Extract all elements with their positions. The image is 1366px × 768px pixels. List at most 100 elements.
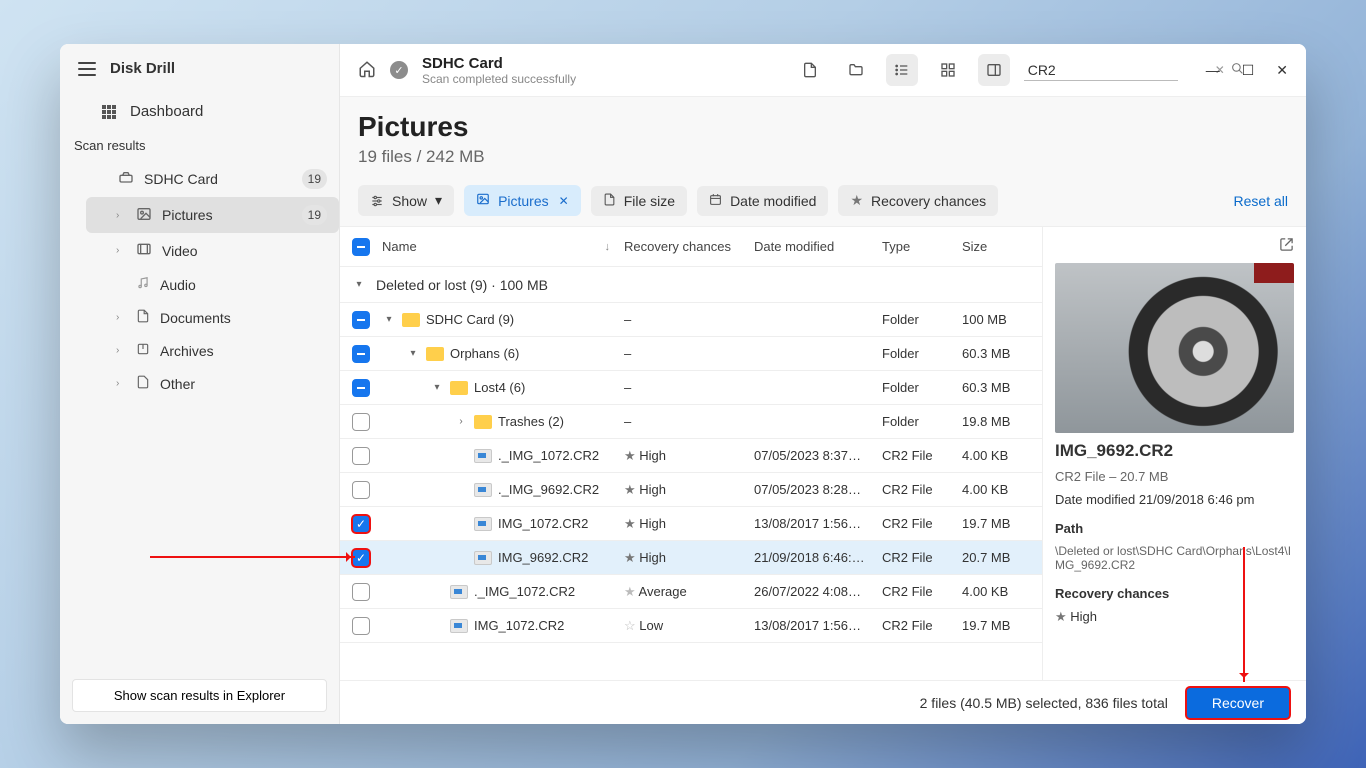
recovery-value: ★ High xyxy=(1055,609,1294,625)
recovery-cell: – xyxy=(624,312,754,327)
type-cell: Folder xyxy=(882,346,962,361)
table-row[interactable]: ._IMG_1072.CR2 ★ High 07/05/2023 8:37… C… xyxy=(340,439,1042,473)
col-type[interactable]: Type xyxy=(882,239,962,254)
recovery-cell: ★ High xyxy=(624,550,754,566)
filter-filesize[interactable]: File size xyxy=(591,186,687,216)
expand-icon[interactable]: ▾ xyxy=(382,314,396,325)
expand-icon[interactable]: ▾ xyxy=(430,382,444,393)
table-row[interactable]: ._IMG_9692.CR2 ★ High 07/05/2023 8:28… C… xyxy=(340,473,1042,507)
star-icon: ★ xyxy=(624,482,636,497)
detail-panel: IMG_9692.CR2 CR2 File – 20.7 MB Date mod… xyxy=(1042,227,1306,680)
sort-icon[interactable]: ↓ xyxy=(605,241,611,253)
count-badge: 19 xyxy=(302,169,327,189)
list-view-button[interactable] xyxy=(886,54,918,86)
table-row[interactable]: › Trashes (2) – Folder 19.8 MB xyxy=(340,405,1042,439)
sidebar-item[interactable]: › Other xyxy=(86,367,339,400)
image-icon xyxy=(136,206,152,225)
col-recovery[interactable]: Recovery chances xyxy=(624,239,754,254)
row-checkbox[interactable] xyxy=(352,345,370,363)
open-external-icon[interactable] xyxy=(1279,237,1294,255)
row-checkbox[interactable] xyxy=(352,515,370,533)
sidebar-tree: SDHC Card 19› Pictures 19› Video Audio ›… xyxy=(60,161,339,400)
results-table[interactable]: Name ↓ Recovery chances Date modified Typ… xyxy=(340,227,1042,680)
sidebar-item[interactable]: SDHC Card 19 xyxy=(86,161,339,197)
expand-icon[interactable]: ▾ xyxy=(406,348,420,359)
sidebar-item-label: Audio xyxy=(160,277,196,293)
path-label: Path xyxy=(1055,521,1294,536)
table-row[interactable]: ▾ SDHC Card (9) – Folder 100 MB xyxy=(340,303,1042,337)
side-panel-button[interactable] xyxy=(978,54,1010,86)
status-check-icon: ✓ xyxy=(390,61,408,79)
sidebar-item[interactable]: Audio xyxy=(86,268,339,301)
minimize-button[interactable]: — xyxy=(1206,62,1220,79)
recover-button[interactable]: Recover xyxy=(1186,687,1290,719)
row-checkbox[interactable] xyxy=(352,617,370,635)
topbar: ✓ SDHC Card Scan completed successfully … xyxy=(340,44,1306,97)
file-meta: CR2 File – 20.7 MB xyxy=(1055,469,1294,484)
table-row[interactable]: ▾ Orphans (6) – Folder 60.3 MB xyxy=(340,337,1042,371)
grid-view-button[interactable] xyxy=(932,54,964,86)
row-checkbox[interactable] xyxy=(352,447,370,465)
table-row[interactable]: IMG_9692.CR2 ★ High 21/09/2018 6:46:… CR… xyxy=(340,541,1042,575)
close-button[interactable]: ✕ xyxy=(1276,62,1288,79)
sidebar-item[interactable]: › Video xyxy=(86,233,339,268)
row-checkbox[interactable] xyxy=(352,549,370,567)
select-all-checkbox[interactable] xyxy=(352,238,370,256)
img-icon xyxy=(474,449,492,463)
row-checkbox[interactable] xyxy=(352,481,370,499)
col-name[interactable]: Name xyxy=(382,239,417,254)
dashboard-label: Dashboard xyxy=(130,103,203,120)
disk-icon xyxy=(118,170,134,189)
menu-icon[interactable] xyxy=(78,62,96,76)
type-cell: CR2 File xyxy=(882,448,962,463)
filter-pictures[interactable]: Pictures ✕ xyxy=(464,185,581,216)
sidebar-item-label: Archives xyxy=(160,343,214,359)
recovery-cell: – xyxy=(624,414,754,429)
row-checkbox[interactable] xyxy=(352,311,370,329)
filter-datemodified[interactable]: Date modified xyxy=(697,186,828,216)
sidebar-item[interactable]: › Documents xyxy=(86,301,339,334)
show-in-explorer-button[interactable]: Show scan results in Explorer xyxy=(72,679,327,712)
file-date: Date modified 21/09/2018 6:46 pm xyxy=(1055,492,1294,507)
folder-icon xyxy=(474,415,492,429)
folder-icon-button[interactable] xyxy=(840,54,872,86)
chevron-down-icon: ▾ xyxy=(435,192,442,209)
expand-icon[interactable]: › xyxy=(454,416,468,427)
chevron-down-icon[interactable]: ▾ xyxy=(352,279,366,290)
col-size[interactable]: Size xyxy=(962,239,1042,254)
chevron-icon: › xyxy=(116,312,126,323)
recovery-cell: ☆ Low xyxy=(624,618,754,634)
search-input[interactable] xyxy=(1028,62,1209,78)
row-checkbox[interactable] xyxy=(352,379,370,397)
type-cell: Folder xyxy=(882,312,962,327)
app-name: Disk Drill xyxy=(110,60,175,77)
remove-filter-icon[interactable]: ✕ xyxy=(559,194,569,208)
sidebar-item[interactable]: › Archives xyxy=(86,334,339,367)
file-icon-button[interactable] xyxy=(794,54,826,86)
reset-all-link[interactable]: Reset all xyxy=(1234,193,1288,209)
file-name: Lost4 (6) xyxy=(474,380,525,395)
row-checkbox[interactable] xyxy=(352,583,370,601)
table-row[interactable]: ▾ Lost4 (6) – Folder 60.3 MB xyxy=(340,371,1042,405)
group-header[interactable]: ▾ Deleted or lost (9) · 100 MB xyxy=(340,267,1042,303)
selection-status: 2 files (40.5 MB) selected, 836 files to… xyxy=(920,695,1168,711)
home-icon[interactable] xyxy=(358,60,376,81)
group-label: Deleted or lost (9) · 100 MB xyxy=(376,277,548,293)
col-date[interactable]: Date modified xyxy=(754,239,882,254)
sidebar-item[interactable]: › Pictures 19 xyxy=(86,197,339,233)
img-icon xyxy=(474,517,492,531)
sidebar-dashboard[interactable]: Dashboard xyxy=(60,93,339,130)
calendar-icon xyxy=(709,193,722,209)
star-icon: ★ xyxy=(624,516,636,531)
sidebar-item-label: Other xyxy=(160,376,195,392)
show-label: Show xyxy=(392,193,427,209)
row-checkbox[interactable] xyxy=(352,413,370,431)
table-row[interactable]: ._IMG_1072.CR2 ★ Average 26/07/2022 4:08… xyxy=(340,575,1042,609)
filter-recovery[interactable]: ★ Recovery chances xyxy=(838,185,998,216)
table-row[interactable]: IMG_1072.CR2 ☆ Low 13/08/2017 1:56… CR2 … xyxy=(340,609,1042,643)
maximize-button[interactable]: ☐ xyxy=(1242,62,1255,79)
search-field[interactable]: ✕ xyxy=(1024,60,1178,81)
star-icon: ★ xyxy=(1055,609,1067,624)
show-dropdown[interactable]: Show ▾ xyxy=(358,185,454,216)
table-row[interactable]: IMG_1072.CR2 ★ High 13/08/2017 1:56… CR2… xyxy=(340,507,1042,541)
